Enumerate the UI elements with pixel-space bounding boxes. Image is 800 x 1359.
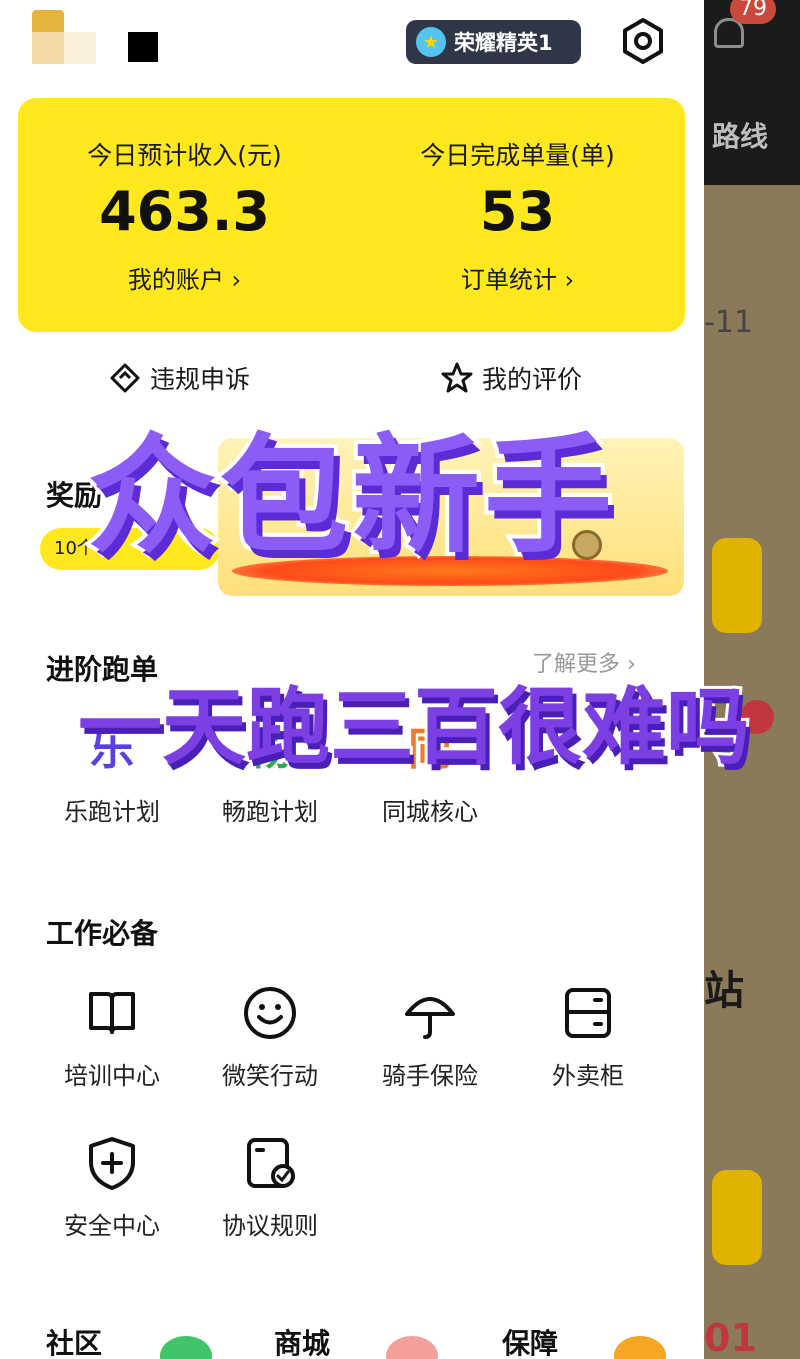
agreement-rules-item[interactable]: 协议规则 — [200, 1134, 340, 1254]
orders-stat[interactable]: 今日完成单量(单) 53 订单统计 › — [351, 98, 684, 332]
smile-action-label: 微笑行动 — [222, 1062, 318, 1090]
community-icon — [160, 1336, 212, 1359]
background-date-fragment: -11 — [704, 305, 753, 340]
background-yellow-button-2 — [712, 1170, 762, 1265]
plan-label: 乐跑计划 — [64, 798, 160, 826]
training-center-item[interactable]: 培训中心 — [42, 984, 182, 1104]
background-app-header: 79 路线 — [700, 0, 800, 185]
my-account-link[interactable]: 我的账户 › — [18, 260, 351, 295]
orders-label: 今日完成单量(单) — [420, 141, 615, 170]
income-stat[interactable]: 今日预计收入(元) 463.3 我的账户 › — [18, 98, 351, 332]
plan-label: 同城核心 — [382, 798, 478, 826]
agreement-rules-label: 协议规则 — [222, 1212, 318, 1240]
protection-tab[interactable]: 保障 — [502, 1322, 558, 1359]
plan-label: 畅跑计划 — [222, 798, 318, 826]
appeal-label: 违规申诉 — [150, 365, 251, 394]
my-rating-label: 我的评价 — [482, 365, 583, 394]
rank-badge[interactable]: ★ 荣耀精英1 — [406, 20, 581, 64]
income-value: 463.3 — [99, 180, 270, 243]
star-icon — [441, 362, 473, 393]
order-stats-link[interactable]: 订单统计 › — [351, 260, 684, 295]
rider-insurance-label: 骑手保险 — [382, 1062, 478, 1090]
shield-icon — [89, 1137, 135, 1190]
avatar[interactable] — [32, 10, 96, 65]
safety-center-item[interactable]: 安全中心 — [42, 1134, 182, 1254]
rider-insurance-item[interactable]: 骑手保险 — [360, 984, 500, 1104]
smile-action-item[interactable]: 微笑行动 — [200, 984, 340, 1104]
protection-icon — [614, 1336, 666, 1359]
income-label: 今日预计收入(元) — [87, 141, 282, 170]
background-bottom-fragment: 01 — [704, 1316, 757, 1359]
work-essentials-title: 工作必备 — [46, 917, 159, 950]
food-locker-label: 外卖柜 — [552, 1062, 624, 1090]
overlay-subtitle: 一天跑三百很难吗 — [75, 675, 753, 779]
safety-center-label: 安全中心 — [64, 1212, 160, 1240]
background-station-fragment: 站 — [704, 968, 744, 1014]
mall-tab[interactable]: 商城 — [274, 1322, 330, 1359]
document-check-icon — [247, 1138, 295, 1188]
star-medal-icon: ★ — [416, 27, 446, 57]
notification-badge: 79 — [730, 0, 776, 24]
overlay-title: 众包新手 — [84, 418, 617, 575]
appeal-icon — [110, 363, 140, 393]
training-center-label: 培训中心 — [64, 1062, 160, 1090]
rank-badge-label: 荣耀精英1 — [454, 31, 553, 55]
route-tab-label: 路线 — [712, 120, 769, 153]
redacted-username — [128, 32, 158, 62]
mall-icon — [386, 1336, 438, 1359]
community-tab[interactable]: 社区 — [46, 1322, 102, 1359]
earnings-card: 今日预计收入(元) 463.3 我的账户 › 今日完成单量(单) 53 订单统计… — [18, 98, 685, 332]
umbrella-icon — [405, 997, 455, 1039]
book-icon — [89, 992, 135, 1034]
orders-value: 53 — [479, 180, 556, 243]
locker-icon — [565, 988, 611, 1038]
smile-icon — [244, 987, 296, 1039]
settings-icon[interactable] — [618, 16, 668, 66]
food-locker-item[interactable]: 外卖柜 — [518, 984, 658, 1104]
